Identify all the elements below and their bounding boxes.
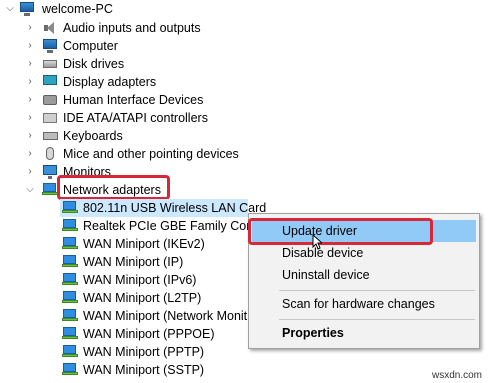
menu-item-uninstall-device[interactable]: Uninstall device	[282, 265, 370, 285]
category-hid[interactable]: › Human Interface Devices	[0, 91, 260, 109]
adapter-label: Realtek PCIe GBE Family Contro	[83, 219, 268, 233]
network-adapters-highlight	[57, 175, 170, 200]
category-label: Mice and other pointing devices	[63, 147, 239, 161]
watermark: wsxdn.com	[431, 370, 482, 381]
category-label: Computer	[63, 39, 118, 53]
category-mice[interactable]: › Mice and other pointing devices	[0, 145, 260, 163]
adapter-item[interactable]: WAN Miniport (IP)	[0, 253, 250, 271]
menu-separator	[279, 319, 475, 320]
chevron-right-icon[interactable]: ›	[26, 37, 34, 55]
chevron-down-icon[interactable]: ⌵	[26, 181, 34, 199]
computer-icon	[43, 39, 57, 53]
category-ide[interactable]: › IDE ATA/ATAPI controllers	[0, 109, 260, 127]
adapter-item[interactable]: WAN Miniport (PPPOE)	[0, 325, 250, 343]
category-label: Disk drives	[63, 57, 125, 71]
network-adapter-icon	[62, 237, 78, 249]
category-label: Keyboards	[63, 129, 123, 143]
network-adapter-icon	[62, 327, 78, 339]
category-display-adapters[interactable]: › Display adapters	[0, 73, 260, 91]
adapter-item[interactable]: WAN Miniport (SSTP)	[0, 361, 250, 379]
network-adapter-icon	[42, 183, 58, 195]
chevron-right-icon[interactable]: ›	[26, 109, 34, 127]
adapter-item[interactable]: WAN Miniport (L2TP)	[0, 289, 250, 307]
disk-drive-icon	[43, 60, 57, 68]
adapter-item[interactable]: 802.11n USB Wireless LAN Card	[0, 199, 266, 217]
ide-controller-icon	[43, 113, 57, 123]
network-adapter-icon	[62, 219, 78, 231]
chevron-right-icon[interactable]: ›	[26, 163, 34, 181]
adapter-label: WAN Miniport (PPTP)	[83, 345, 205, 359]
chevron-down-icon[interactable]: ⌵	[6, 0, 14, 18]
adapter-item[interactable]: WAN Miniport (IKEv2)	[0, 235, 250, 253]
category-label: Display adapters	[63, 75, 157, 89]
speaker-icon	[42, 21, 56, 35]
network-adapter-icon	[62, 201, 78, 213]
computer-icon	[20, 2, 34, 16]
chevron-right-icon[interactable]: ›	[26, 19, 34, 37]
category-keyboards[interactable]: › Keyboards	[0, 127, 260, 145]
adapter-item[interactable]: WAN Miniport (Network Monit	[0, 307, 250, 325]
menu-item-scan-hardware[interactable]: Scan for hardware changes	[282, 294, 435, 314]
keyboard-icon	[43, 132, 58, 140]
chevron-right-icon[interactable]: ›	[26, 91, 34, 109]
chevron-right-icon[interactable]: ›	[26, 145, 34, 163]
category-audio[interactable]: › Audio inputs and outputs	[0, 19, 260, 37]
network-adapter-icon	[62, 291, 78, 303]
chevron-right-icon[interactable]: ›	[26, 55, 34, 73]
menu-item-properties[interactable]: Properties	[282, 323, 344, 343]
adapter-label: WAN Miniport (L2TP)	[83, 291, 202, 305]
adapter-label: WAN Miniport (IKEv2)	[83, 237, 205, 251]
adapter-item[interactable]: WAN Miniport (IPv6)	[0, 271, 250, 289]
adapter-label: WAN Miniport (IP)	[83, 255, 184, 269]
category-label: Human Interface Devices	[63, 93, 204, 107]
display-adapter-icon	[43, 75, 57, 85]
root-label: welcome-PC	[42, 2, 113, 16]
category-disk-drives[interactable]: › Disk drives	[0, 55, 260, 73]
monitor-icon	[43, 165, 57, 179]
network-adapter-icon	[62, 363, 78, 375]
network-adapter-icon	[62, 345, 78, 357]
menu-item-disable-device[interactable]: Disable device	[282, 243, 363, 263]
mouse-icon	[46, 147, 54, 160]
network-adapter-icon	[62, 309, 78, 321]
update-driver-highlight	[248, 218, 433, 245]
menu-separator	[279, 290, 475, 291]
adapter-label: WAN Miniport (Network Monit	[83, 309, 248, 323]
chevron-right-icon[interactable]: ›	[26, 73, 34, 91]
chevron-right-icon[interactable]: ›	[26, 127, 34, 145]
adapter-label: WAN Miniport (PPPOE)	[83, 327, 215, 341]
category-label: Audio inputs and outputs	[63, 21, 201, 35]
network-adapter-icon	[62, 255, 78, 267]
category-label: IDE ATA/ATAPI controllers	[63, 111, 208, 125]
hid-icon	[43, 95, 57, 105]
adapter-item[interactable]: WAN Miniport (PPTP)	[0, 343, 250, 361]
adapter-label: WAN Miniport (IPv6)	[83, 273, 197, 287]
network-adapter-icon	[62, 273, 78, 285]
tree-root[interactable]: ⌵ welcome-PC	[0, 0, 200, 18]
adapter-label: WAN Miniport (SSTP)	[83, 363, 205, 377]
mouse-cursor-icon	[312, 234, 322, 250]
adapter-label: 802.11n USB Wireless LAN Card	[83, 201, 267, 215]
category-computer[interactable]: › Computer	[0, 37, 260, 55]
adapter-item[interactable]: Realtek PCIe GBE Family Contro	[0, 217, 268, 235]
